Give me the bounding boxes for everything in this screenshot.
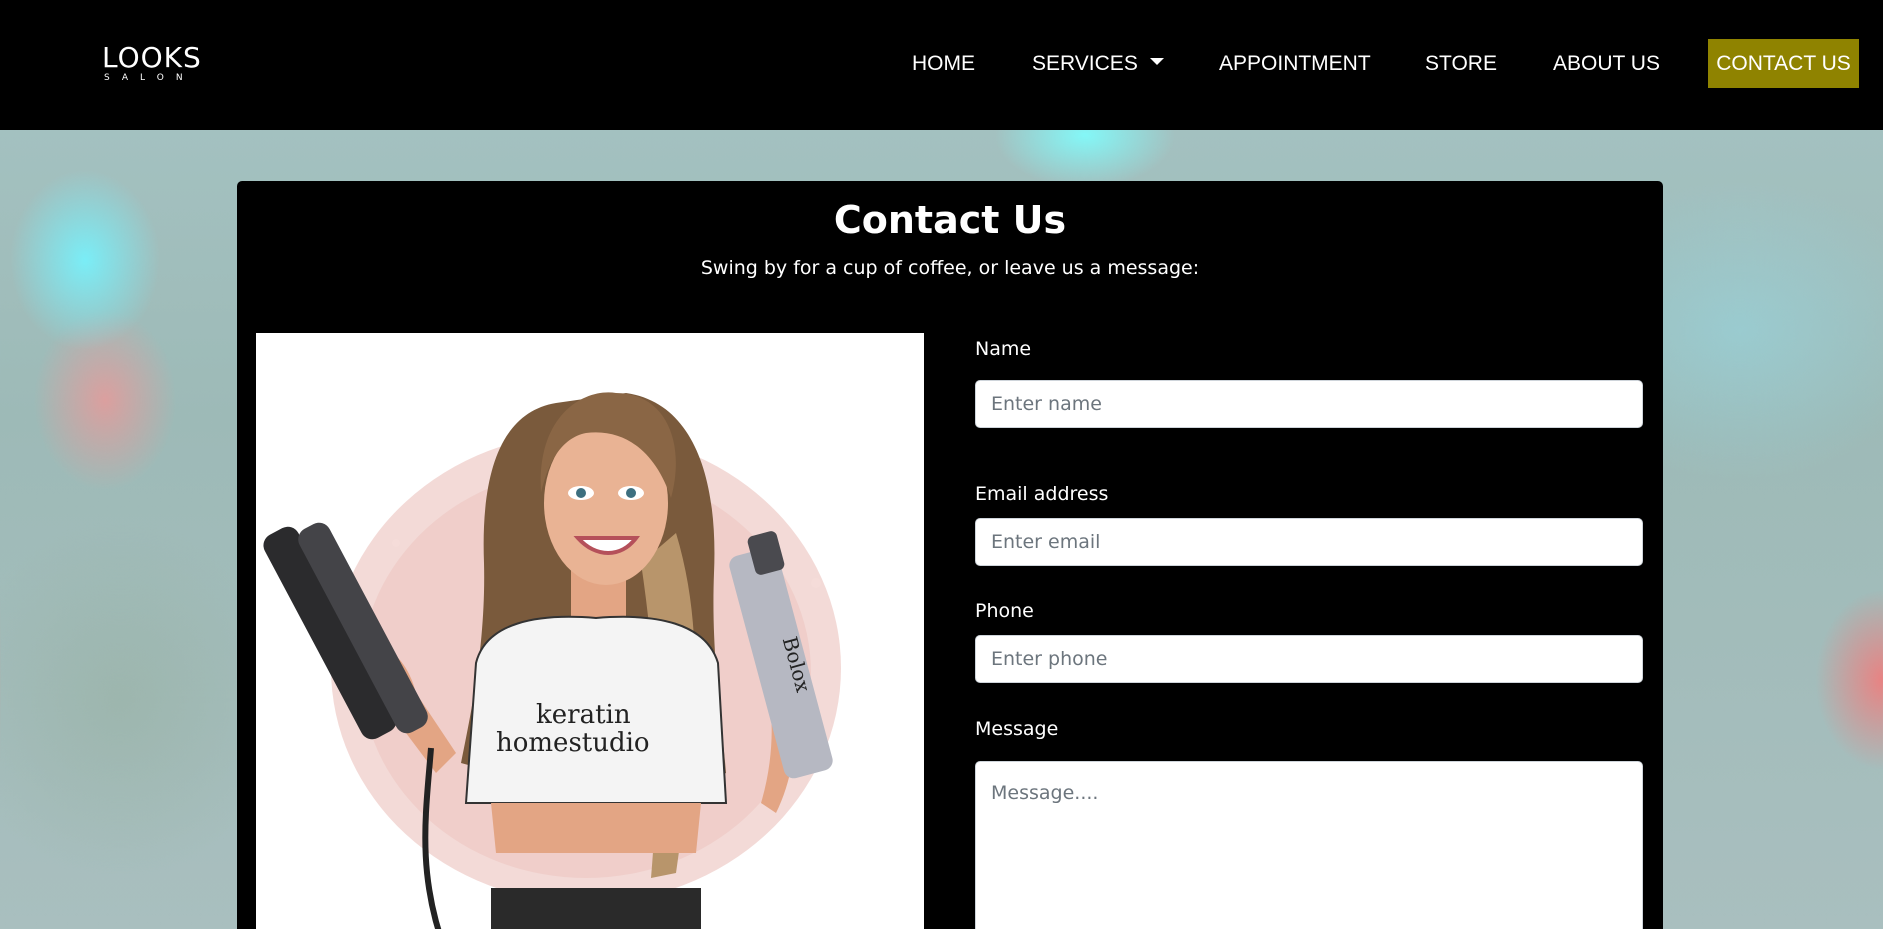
phone-label: Phone <box>975 600 1034 622</box>
nav-about-us[interactable]: ABOUT US <box>1553 48 1660 80</box>
navbar: LOOKS SALON HOME SERVICES APPOINTMENT ST… <box>0 0 1883 130</box>
brand-logo[interactable]: LOOKS SALON <box>102 41 217 84</box>
stylist-illustration: keratin homestudio Bolox <box>256 333 924 929</box>
nav-home[interactable]: HOME <box>912 48 975 80</box>
shirt-text-2: homestudio <box>496 728 650 758</box>
email-input[interactable] <box>975 518 1643 566</box>
nav-appointment[interactable]: APPOINTMENT <box>1219 48 1371 80</box>
message-label: Message <box>975 718 1059 740</box>
message-textarea[interactable] <box>975 761 1643 929</box>
email-label: Email address <box>975 483 1109 505</box>
shirt-text-1: keratin <box>536 700 631 730</box>
page-title: Contact Us <box>833 198 1067 242</box>
nav-services-dropdown[interactable]: SERVICES <box>1032 48 1164 80</box>
contact-panel: Contact Us Swing by for a cup of coffee,… <box>237 181 1663 929</box>
stylist-illustration-art: keratin homestudio Bolox <box>263 392 841 929</box>
phone-input[interactable] <box>975 635 1643 683</box>
brand-tagline: SALON <box>104 73 195 83</box>
caret-down-icon <box>1149 58 1164 65</box>
brand-name: LOOKS <box>102 41 202 74</box>
nav-contact-us-button[interactable]: CONTACT US <box>1708 39 1859 88</box>
nav-store[interactable]: STORE <box>1425 48 1497 80</box>
name-label: Name <box>975 338 1032 360</box>
name-input[interactable] <box>975 380 1643 428</box>
nav-services-label: SERVICES <box>1032 52 1138 75</box>
page-subtitle: Swing by for a cup of coffee, or leave u… <box>700 257 1200 279</box>
